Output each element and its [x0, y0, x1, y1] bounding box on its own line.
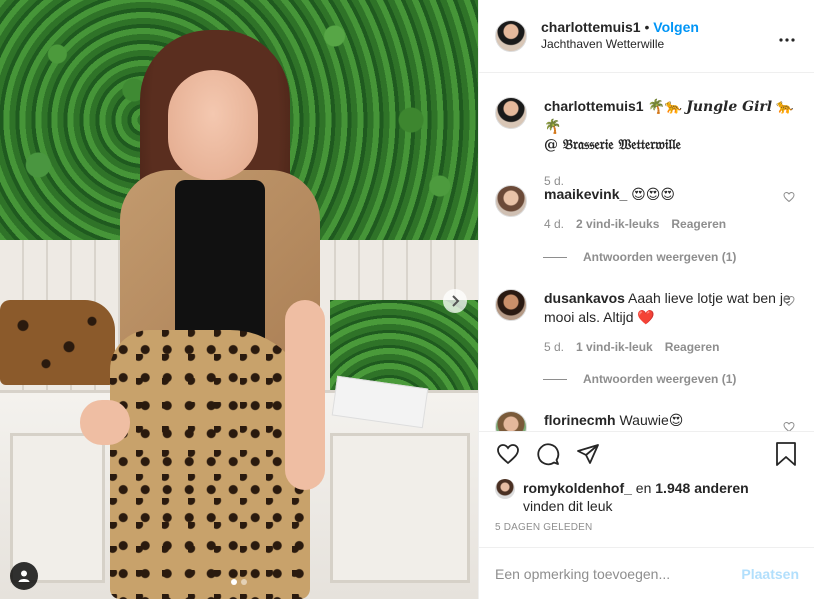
chevron-right-icon — [452, 295, 460, 307]
header-info: charlottemuis1 • Volgen Jachthaven Wette… — [541, 19, 775, 53]
leopard-pants — [110, 330, 310, 599]
heart-outline-icon[interactable] — [783, 191, 795, 203]
carousel-indicator — [0, 579, 478, 585]
avatar[interactable] — [495, 411, 527, 431]
liker-username[interactable]: romykoldenhof_ — [523, 480, 632, 496]
share-icon — [577, 443, 599, 464]
avatar[interactable] — [495, 97, 527, 129]
likes-text: romykoldenhof_ en 1.948 anderen vinden d… — [523, 479, 749, 515]
comment-item: florinecmh Wauwie😍 — [495, 411, 799, 431]
reply-button[interactable]: Reageren — [665, 338, 720, 357]
face — [168, 70, 258, 180]
avatar[interactable] — [495, 185, 527, 217]
comment-body: dusankavos Aaah lieve lotje wat ben je m… — [544, 289, 799, 357]
comment-input[interactable] — [495, 565, 742, 582]
comment-body: maaikevink_ 😍😍😍 4 d. 2 vind-ik-leuks Rea… — [544, 185, 799, 234]
post-header: charlottemuis1 • Volgen Jachthaven Wette… — [479, 0, 814, 73]
heart-outline-icon[interactable] — [783, 421, 795, 431]
comment-item: maaikevink_ 😍😍😍 4 d. 2 vind-ik-leuks Rea… — [495, 185, 799, 234]
comment-text: Wauwie😍 — [615, 412, 684, 428]
carousel-next-button[interactable] — [443, 289, 467, 313]
replies-divider — [543, 256, 567, 258]
caption-text-part1: 🌴🐆 — [647, 98, 687, 114]
replies-divider — [543, 378, 567, 380]
heart-icon — [497, 443, 519, 464]
view-replies-label: Antwoorden weergeven (1) — [583, 372, 737, 386]
post-date[interactable]: 5 DAGEN GELEDEN — [495, 522, 592, 533]
save-button[interactable] — [773, 441, 799, 467]
likes-summary: romykoldenhof_ en 1.948 anderen vinden d… — [495, 479, 749, 515]
like-button[interactable] — [495, 441, 521, 467]
comment-body: florinecmh Wauwie😍 — [544, 411, 799, 431]
location-link[interactable]: Jachthaven Wetterwille — [541, 36, 775, 53]
comment-age[interactable]: 4 d. — [544, 215, 564, 234]
follow-button[interactable]: Volgen — [653, 19, 699, 35]
more-options-button[interactable] — [775, 26, 799, 47]
caption: charlottemuis1 🌴🐆 Jungle Girl 🐆🌴 @ 𝔅𝔯𝔞𝔰𝔰… — [495, 97, 799, 191]
tagged-users-button[interactable] — [10, 562, 38, 590]
comment-username[interactable]: maaikevink_ — [544, 186, 627, 202]
user-icon — [18, 570, 30, 582]
comment-username[interactable]: dusankavos — [544, 290, 625, 306]
caption-body: charlottemuis1 🌴🐆 Jungle Girl 🐆🌴 @ 𝔅𝔯𝔞𝔰𝔰… — [544, 97, 799, 191]
comment-text: 😍😍😍 — [627, 186, 675, 202]
woman-figure — [80, 30, 370, 599]
post-dialog: charlottemuis1 • Volgen Jachthaven Wette… — [0, 0, 814, 599]
view-replies-button[interactable]: Antwoorden weergeven (1) — [543, 372, 736, 386]
comment-likes[interactable]: 2 vind-ik-leuks — [576, 215, 659, 234]
avatar[interactable] — [495, 20, 527, 52]
comment-button[interactable] — [535, 441, 561, 467]
action-bar — [479, 431, 814, 475]
caption-line2: @ 𝔅𝔯𝔞𝔰𝔰𝔢𝔯𝔦𝔢 𝔚𝔢𝔱𝔱𝔢𝔯𝔴𝔦𝔩𝔩𝔢 — [544, 137, 681, 153]
comment-likes[interactable]: 1 vind-ik-leuk — [576, 338, 653, 357]
view-replies-button[interactable]: Antwoorden weergeven (1) — [543, 250, 736, 264]
more-horizontal-icon — [779, 37, 795, 42]
arm — [285, 300, 325, 490]
post-side-panel: charlottemuis1 • Volgen Jachthaven Wette… — [478, 0, 814, 599]
reply-button[interactable]: Reageren — [671, 215, 726, 234]
avatar[interactable] — [495, 479, 515, 499]
comment-username[interactable]: florinecmh — [544, 412, 616, 428]
likes-connector: en — [631, 480, 656, 496]
caption-username[interactable]: charlottemuis1 — [544, 98, 644, 114]
heart-outline-icon[interactable] — [783, 295, 795, 307]
view-replies-label: Antwoorden weergeven (1) — [583, 250, 737, 264]
header-separator: • — [644, 19, 650, 35]
bookmark-icon — [776, 441, 796, 466]
add-comment-form: Plaatsen — [479, 547, 814, 599]
likes-count[interactable]: 1.948 anderen — [655, 480, 748, 496]
comment-item: dusankavos Aaah lieve lotje wat ben je m… — [495, 289, 799, 357]
likes-suffix: vinden dit leuk — [523, 498, 613, 514]
post-comment-button[interactable]: Plaatsen — [741, 566, 799, 582]
comments-list: charlottemuis1 🌴🐆 Jungle Girl 🐆🌴 @ 𝔅𝔯𝔞𝔰𝔰… — [479, 73, 814, 431]
avatar[interactable] — [495, 289, 527, 321]
carousel-dot-active — [231, 579, 237, 585]
carousel-dot — [241, 579, 247, 585]
comment-meta: 5 d. 1 vind-ik-leuk Reageren — [544, 338, 799, 357]
caption-text-fancy: Jungle Girl — [686, 99, 773, 115]
hand — [80, 400, 130, 445]
comment-icon — [537, 442, 560, 465]
header-username[interactable]: charlottemuis1 — [541, 19, 641, 35]
post-photo[interactable] — [0, 0, 478, 599]
comment-age[interactable]: 5 d. — [544, 338, 564, 357]
share-button[interactable] — [575, 441, 601, 467]
comment-meta: 4 d. 2 vind-ik-leuks Reageren — [544, 215, 799, 234]
